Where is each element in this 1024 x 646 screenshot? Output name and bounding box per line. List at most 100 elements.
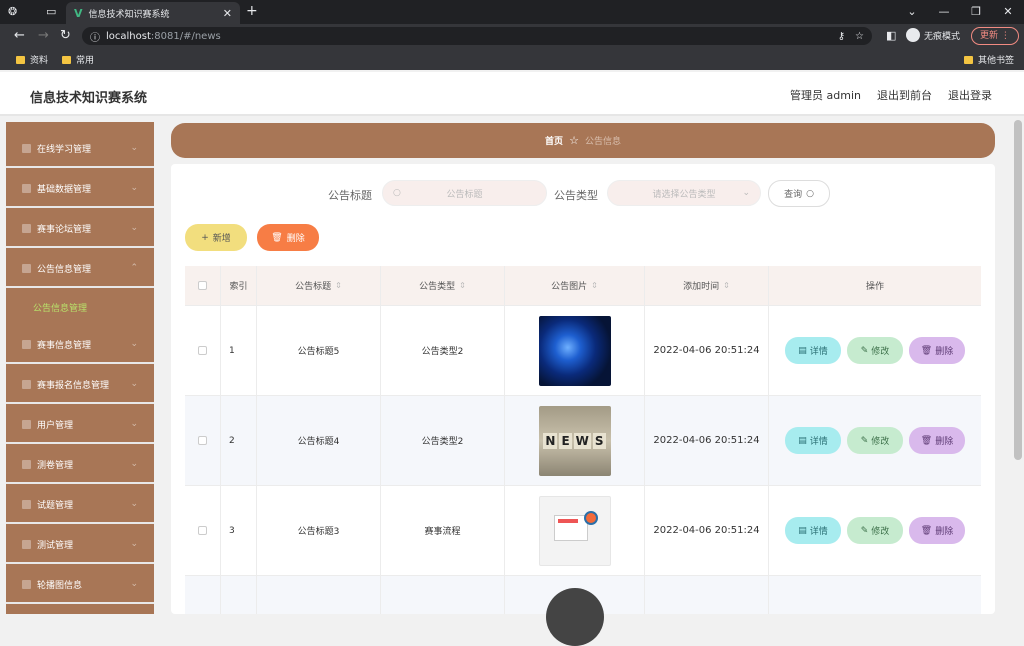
row-checkbox[interactable] <box>198 436 207 445</box>
sidebar-item-forum[interactable]: 赛事论坛管理 ⌄ <box>6 210 154 248</box>
sidebar-item-online-learning[interactable]: 在线学习管理 ⌄ <box>6 130 154 168</box>
detail-button[interactable]: ▤ 详情 <box>785 337 841 364</box>
url-path: :8081/#/news <box>150 30 221 42</box>
select-all-checkbox[interactable] <box>198 281 207 290</box>
new-tab-icon[interactable]: + <box>246 3 258 19</box>
bookmark-star-icon[interactable]: ☆ <box>855 31 864 42</box>
chevron-down-icon: ⌄ <box>130 183 138 193</box>
header-cell[interactable]: 添加时间 ⇕ <box>645 266 769 305</box>
title-search-input[interactable]: ○ 公告标题 <box>382 180 547 206</box>
breadcrumb-home[interactable]: 首页 <box>545 134 563 147</box>
sidebar-item-papers[interactable]: 测卷管理 ⌄ <box>6 446 154 484</box>
edit-button[interactable]: ✎ 修改 <box>847 517 903 544</box>
doc-icon: ▤ <box>798 345 807 356</box>
news-image[interactable] <box>538 495 611 566</box>
delete-button[interactable]: 🗑 删除 <box>909 427 965 454</box>
sidebar-item-basic-data[interactable]: 基础数据管理 ⌄ <box>6 170 154 208</box>
reload-icon[interactable]: ↻ <box>60 28 71 43</box>
batch-delete-button[interactable]: 🗑 删除 <box>257 224 319 251</box>
sort-icon[interactable]: ⇕ <box>335 281 342 290</box>
sidebar-item-users[interactable]: 用户管理 ⌄ <box>6 406 154 444</box>
mail-icon <box>22 419 31 429</box>
address-bar[interactable]: ⓘ localhost:8081/#/news ⚷ ☆ <box>82 27 872 45</box>
browser-tab[interactable]: V 信息技术知识赛系统 ✕ <box>66 2 240 24</box>
logout-link[interactable]: 退出登录 <box>948 87 992 103</box>
sidebar-item-registration[interactable]: 赛事报名信息管理 ⌄ <box>6 366 154 404</box>
news-image[interactable] <box>538 315 611 386</box>
header-time: 添加时间 <box>683 282 720 292</box>
browser-tab-bar: ❂ ▭ V 信息技术知识赛系统 ✕ + ⌄ — ❐ ✕ <box>0 0 1024 24</box>
tab-title: 信息技术知识赛系统 <box>88 9 170 20</box>
plus-icon: + <box>201 232 209 243</box>
header-title: 公告标题 <box>295 282 332 292</box>
query-button[interactable]: 查询 ○ <box>768 180 830 207</box>
detail-button[interactable]: ▤ 详情 <box>785 517 841 544</box>
title-search-placeholder: 公告标题 <box>446 189 483 200</box>
restore-icon[interactable]: ❐ <box>960 0 992 24</box>
table-header: 索引 公告标题 ⇕ 公告类型 ⇕ 公告图片 ⇕ 添加时间 ⇕ 操作 <box>185 266 981 306</box>
close-tab-icon[interactable]: ✕ <box>223 7 232 20</box>
sidebar-item-label: 基础数据管理 <box>37 184 92 195</box>
page-scrollbar[interactable] <box>1012 116 1024 614</box>
chevron-down-icon: ⌄ <box>130 379 138 389</box>
window-icon[interactable]: ▭ <box>46 5 56 18</box>
window-close-icon[interactable]: ✕ <box>992 0 1024 24</box>
header-cell[interactable]: 公告图片 ⇕ <box>505 266 645 305</box>
vue-logo-icon: V <box>74 6 83 20</box>
detail-button[interactable]: ▤ 详情 <box>785 427 841 454</box>
edit-button[interactable]: ✎ 修改 <box>847 427 903 454</box>
url-host: localhost <box>106 30 151 42</box>
detail-label: 详情 <box>809 527 828 537</box>
sidebar-item-tests[interactable]: 测试管理 ⌄ <box>6 526 154 564</box>
pin-icon <box>22 499 31 509</box>
header-cell[interactable]: 公告标题 ⇕ <box>257 266 381 305</box>
scrollbar-thumb[interactable] <box>1014 120 1022 460</box>
sidebar-subitem-announcements[interactable]: 公告信息管理 <box>6 290 154 328</box>
row-cell <box>185 306 221 395</box>
row-time: 2022-04-06 20:51:24 <box>645 486 769 575</box>
other-bookmarks[interactable]: 其他书签 <box>964 53 1014 66</box>
delete-button[interactable]: 🗑 删除 <box>909 517 965 544</box>
edit-label: 修改 <box>871 527 890 537</box>
bookmark-folder[interactable]: 常用 <box>62 53 94 66</box>
key-icon[interactable]: ⚷ <box>838 31 845 42</box>
sort-icon[interactable]: ⇕ <box>591 281 598 290</box>
row-type: 公告类型2 <box>381 306 505 395</box>
type-select[interactable]: 请选择公告类型 ⌄ <box>607 180 761 206</box>
header-cell[interactable]: 公告类型 ⇕ <box>381 266 505 305</box>
sort-icon[interactable]: ⇕ <box>723 281 730 290</box>
exit-to-front-link[interactable]: 退出到前台 <box>877 87 932 103</box>
back-icon[interactable]: ← <box>14 28 25 43</box>
row-cell <box>185 576 221 614</box>
forward-icon[interactable]: → <box>38 28 49 43</box>
edit-button[interactable]: ✎ 修改 <box>847 337 903 364</box>
floating-action-button[interactable] <box>546 588 604 646</box>
sort-icon[interactable]: ⇕ <box>459 281 466 290</box>
minimize-icon[interactable]: — <box>928 0 960 24</box>
header-type: 公告类型 <box>419 282 456 292</box>
add-button[interactable]: + 新增 <box>185 224 247 251</box>
sidebar-item-questions[interactable]: 试题管理 ⌄ <box>6 486 154 524</box>
row-title: 公告标题3 <box>257 486 381 575</box>
edit-icon: ✎ <box>860 525 869 536</box>
edit-icon: ✎ <box>860 435 869 446</box>
sidebar-item-events[interactable]: 赛事信息管理 ⌄ <box>6 326 154 364</box>
edit-icon: ✎ <box>860 345 869 356</box>
sidebar-item-announcements[interactable]: 公告信息管理 ⌃ <box>6 250 154 288</box>
type-select-placeholder: 请选择公告类型 <box>652 189 716 200</box>
sidebar-item-label: 赛事论坛管理 <box>37 224 92 235</box>
table-row: 1 公告标题5 公告类型2 2022-04-06 20:51:24 ▤ 详情 ✎ 修… <box>185 306 981 396</box>
delete-button[interactable]: 🗑 删除 <box>909 337 965 364</box>
title-filter-label: 公告标题 <box>328 189 372 202</box>
sidepanel-icon[interactable]: ◧ <box>886 29 896 42</box>
sidebar-item-carousel[interactable]: 轮播图信息 ⌄ <box>6 566 154 604</box>
row-checkbox[interactable] <box>198 346 207 355</box>
sidebar: 在线学习管理 ⌄ 基础数据管理 ⌄ 赛事论坛管理 ⌄ 公告信息管理 ⌃ 公告信息管理 赛… <box>6 122 154 614</box>
update-button[interactable]: 更新 ⋮ <box>971 27 1019 45</box>
news-image[interactable]: NEWS <box>538 405 611 476</box>
tab-search-icon[interactable]: ⌄ <box>896 0 928 24</box>
bookmark-folder[interactable]: 资料 <box>16 53 48 66</box>
row-checkbox[interactable] <box>198 526 207 535</box>
chrome-menu-icon[interactable]: ❂ <box>8 5 17 18</box>
chevron-down-icon: ⌄ <box>130 339 138 349</box>
